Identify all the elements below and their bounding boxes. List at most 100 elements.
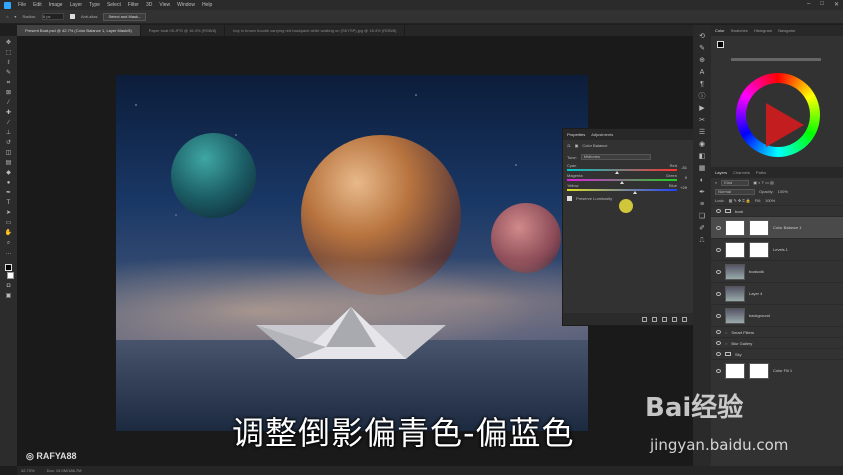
tab-channels[interactable]: Channels [733, 170, 750, 175]
color-balance-slider[interactable]: Yellow Blue +29 [567, 183, 689, 194]
gradient-tool-icon[interactable]: ▤ [5, 160, 13, 166]
history-brush-icon[interactable]: ↺ [5, 140, 13, 146]
layer-row[interactable]: Color Balance 1 [711, 216, 843, 238]
slider-value[interactable]: -51 [681, 165, 687, 170]
layer-row[interactable]: Sky [711, 348, 843, 359]
layer-row[interactable]: boatcolk [711, 260, 843, 282]
background-color-swatch[interactable] [7, 272, 14, 279]
zoom-tool-icon[interactable]: ⌕ [5, 240, 13, 246]
slider-knob[interactable] [633, 191, 638, 194]
slider-value[interactable]: +29 [680, 185, 687, 190]
tab-histogram[interactable]: Histogram [754, 28, 772, 33]
color-slider[interactable] [731, 58, 821, 61]
fill-value[interactable]: 100% [765, 198, 775, 203]
reset-icon[interactable] [662, 316, 667, 322]
maximize-icon[interactable]: □ [820, 1, 824, 8]
preserve-checkbox[interactable] [567, 196, 572, 201]
marquee-tool-icon[interactable]: ⬚ [5, 50, 13, 56]
hand-tool-icon[interactable]: ✋ [5, 230, 13, 236]
opacity-value[interactable]: 100% [778, 189, 788, 194]
visibility-eye-icon[interactable] [716, 368, 721, 373]
blend-mode-select[interactable]: Normal [715, 188, 755, 195]
menu-view[interactable]: View [159, 2, 170, 8]
color-balance-slider[interactable]: Cyan Red -51 [567, 163, 689, 174]
menu-filter[interactable]: Filter [128, 2, 139, 8]
zoom-level[interactable]: 42.73% [21, 468, 35, 473]
tab-swatches[interactable]: Swatches [731, 28, 748, 33]
eyedropper-tool-icon[interactable]: ⁄ [5, 100, 13, 106]
tab-paths[interactable]: Paths [756, 170, 766, 175]
actions-icon[interactable]: ▶ [698, 105, 706, 112]
tab-paper-boat[interactable]: Paper boat 05.JPG @ 16.4% (RGB/8) [141, 25, 226, 36]
layers-icon[interactable]: ❏ [698, 213, 706, 220]
more-tools-icon[interactable]: … [5, 250, 13, 256]
layer-mask-thumbnail[interactable] [749, 219, 769, 236]
slider-value[interactable]: 0 [685, 175, 687, 180]
antialias-checkbox[interactable] [70, 14, 75, 19]
path-select-icon[interactable]: ➤ [5, 210, 13, 216]
layer-row[interactable]: boat [711, 205, 843, 216]
quick-mask-icon[interactable]: ◘ [5, 283, 13, 289]
quick-select-tool-icon[interactable]: ✎ [5, 70, 13, 76]
menu-file[interactable]: File [18, 2, 26, 8]
select-and-mask-button[interactable]: Select and Mask... [103, 12, 147, 21]
menu-edit[interactable]: Edit [33, 2, 42, 8]
move-tool-icon[interactable]: ✥ [5, 40, 13, 46]
foreground-color-swatch[interactable] [5, 264, 12, 271]
brush-tool-icon[interactable]: ∕ [5, 120, 13, 126]
layer-mask-thumbnail[interactable] [749, 362, 769, 379]
color-fg-swatch[interactable] [717, 41, 724, 48]
radius-field[interactable]: 6 px [42, 13, 64, 20]
notes-icon[interactable]: ✐ [698, 225, 706, 232]
visibility-eye-icon[interactable] [716, 313, 721, 318]
layer-row[interactable]: Color Fill 1 [711, 359, 843, 381]
visibility-eye-icon[interactable] [716, 352, 721, 356]
properties-icon[interactable]: ☰ [698, 129, 706, 136]
filter-icons[interactable]: ▣ ◐ T ▭ ▤ [753, 180, 774, 185]
visibility-eye-icon[interactable] [716, 247, 721, 252]
frame-tool-icon[interactable]: ⊠ [5, 90, 13, 96]
mask-icon[interactable]: ▣ [575, 143, 579, 148]
kind-select[interactable]: Kind [721, 179, 750, 186]
menu-image[interactable]: Image [49, 2, 63, 8]
menu-select[interactable]: Select [107, 2, 121, 8]
styles-icon[interactable]: ◧ [698, 153, 706, 160]
history-icon[interactable]: ⟲ [698, 33, 706, 40]
channels-icon[interactable]: ≡ [698, 201, 706, 208]
minimize-icon[interactable]: – [807, 1, 810, 8]
timeline-icon[interactable]: ⎍ [698, 237, 706, 244]
slider-track[interactable] [567, 169, 677, 171]
color-wheel[interactable] [736, 73, 820, 157]
tone-select[interactable]: Midtones [580, 154, 651, 160]
color-balance-slider[interactable]: Magenta Green 0 [567, 173, 689, 184]
swatches-icon[interactable]: ◉ [698, 141, 706, 148]
glyphs-icon[interactable]: ✂ [698, 117, 706, 124]
brush-preset-icon[interactable]: ▾ [14, 14, 16, 19]
lock-icons[interactable]: ▦ ✎ ✥ ⌗ 🔒 [729, 198, 751, 203]
eraser-tool-icon[interactable]: ◫ [5, 150, 13, 156]
blur-tool-icon[interactable]: ◆ [5, 170, 13, 176]
brush-settings-icon[interactable]: ✎ [698, 45, 706, 52]
visibility-eye-icon[interactable] [716, 209, 721, 213]
pen-tool-icon[interactable]: ✒ [5, 190, 13, 196]
type-tool-icon[interactable]: T [5, 200, 13, 206]
home-icon[interactable]: ⌂ [6, 14, 8, 19]
clone-source-icon[interactable]: ⊕ [698, 57, 706, 64]
character-icon[interactable]: A [698, 69, 706, 76]
healing-tool-icon[interactable]: ✚ [5, 110, 13, 116]
tab-color[interactable]: Color [715, 28, 725, 33]
stamp-tool-icon[interactable]: ⊥ [5, 130, 13, 136]
tab-present-boat[interactable]: Present Boat.psd @ 42.7% (Color Balance … [17, 25, 141, 36]
layer-row[interactable]: ◌ Smart Filters [711, 326, 843, 337]
crop-tool-icon[interactable]: ⌗ [5, 80, 13, 86]
color-triangle[interactable] [766, 103, 804, 147]
shape-tool-icon[interactable]: ▭ [5, 220, 13, 226]
tab-properties[interactable]: Properties [567, 132, 585, 137]
visibility-eye-icon[interactable] [716, 225, 721, 230]
layer-row[interactable]: Layer 4 [711, 282, 843, 304]
delete-icon[interactable] [682, 316, 687, 322]
adjustments-icon[interactable]: ◐ [698, 177, 706, 184]
menu-layer[interactable]: Layer [70, 2, 83, 8]
close-icon[interactable]: ✕ [834, 1, 839, 8]
clip-to-layer-icon[interactable] [642, 316, 647, 322]
